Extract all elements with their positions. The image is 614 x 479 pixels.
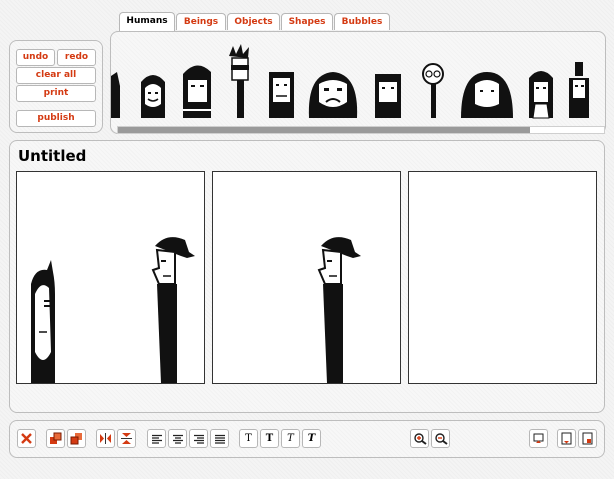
bring-forward-icon	[50, 432, 62, 444]
library-character-smiling-woman[interactable]	[141, 75, 165, 118]
library-character-round-glasses-man[interactable]	[422, 63, 444, 118]
delete-icon	[21, 433, 32, 444]
comic-title[interactable]: Untitled	[18, 147, 86, 165]
library-character-square-face-man[interactable]	[269, 72, 294, 118]
add-panel-button[interactable]	[529, 429, 548, 448]
comic-panel-3[interactable]	[408, 171, 597, 384]
character-thumbnails	[111, 44, 589, 119]
bring-forward-button[interactable]	[46, 429, 65, 448]
character-shaggy-man[interactable]	[151, 237, 195, 383]
align-center-button[interactable]	[168, 429, 187, 448]
align-left-icon	[151, 434, 162, 444]
character-library	[110, 31, 606, 134]
comic-panel-2[interactable]	[212, 171, 401, 384]
align-left-button[interactable]	[147, 429, 166, 448]
zoom-out-icon	[434, 433, 448, 445]
command-panel: undo redo clear all print publish	[9, 40, 103, 133]
flip-vertical-icon	[121, 433, 132, 444]
flip-horizontal-button[interactable]	[96, 429, 115, 448]
character-shaggy-man[interactable]	[317, 237, 361, 383]
flip-horizontal-icon	[100, 433, 111, 444]
publish-button[interactable]: publish	[16, 110, 96, 127]
add-panel-icon	[533, 433, 544, 443]
library-character-bearded-man[interactable]	[183, 65, 211, 118]
export-icon	[582, 432, 593, 445]
send-backward-icon	[70, 433, 82, 445]
comic-editor: Untitled	[9, 140, 605, 413]
redo-button[interactable]: redo	[57, 49, 96, 66]
clear-all-button[interactable]: clear all	[16, 67, 96, 84]
library-character-long-hair-woman[interactable]	[529, 71, 553, 119]
library-character-partial[interactable]	[111, 72, 120, 118]
text-italic-button[interactable]: T	[281, 429, 300, 448]
zoom-out-button[interactable]	[431, 429, 450, 448]
zoom-in-button[interactable]	[410, 429, 429, 448]
align-justify-icon	[214, 434, 225, 444]
print-button[interactable]: print	[16, 85, 96, 102]
library-character-heavy-woman[interactable]	[461, 72, 513, 118]
zoom-in-icon	[413, 433, 427, 445]
library-scrollbar-thumb[interactable]	[118, 127, 530, 133]
export-button[interactable]	[578, 429, 597, 448]
save-button[interactable]	[557, 429, 576, 448]
library-character-spiky-hair[interactable]	[229, 44, 249, 118]
text-bold-italic-icon: T	[307, 433, 316, 444]
text-normal-button[interactable]: T	[239, 429, 258, 448]
send-backward-button[interactable]	[67, 429, 86, 448]
tab-humans[interactable]: Humans	[119, 12, 175, 31]
library-scrollbar[interactable]	[117, 126, 605, 134]
edit-toolbar: T T T T	[9, 420, 605, 458]
library-character-short-hair-man[interactable]	[375, 74, 401, 118]
align-right-icon	[193, 434, 204, 444]
tab-shapes[interactable]: Shapes	[281, 13, 333, 30]
library-character-tall-hat-man[interactable]	[569, 62, 589, 118]
text-bold-button[interactable]: T	[260, 429, 279, 448]
tab-objects[interactable]: Objects	[227, 13, 280, 30]
text-bold-icon: T	[265, 433, 274, 444]
save-icon	[561, 432, 572, 445]
text-bold-italic-button[interactable]: T	[302, 429, 321, 448]
comic-panel-1[interactable]	[16, 171, 205, 384]
text-italic-icon: T	[287, 433, 294, 444]
undo-button[interactable]: undo	[16, 49, 55, 66]
flip-vertical-button[interactable]	[117, 429, 136, 448]
align-justify-button[interactable]	[210, 429, 229, 448]
align-right-button[interactable]	[189, 429, 208, 448]
tab-beings[interactable]: Beings	[176, 13, 226, 30]
align-center-icon	[172, 434, 183, 444]
character-ghost-woman[interactable]	[31, 260, 55, 383]
delete-button[interactable]	[17, 429, 36, 448]
tab-bubbles[interactable]: Bubbles	[334, 13, 390, 30]
library-character-big-man[interactable]	[308, 72, 358, 118]
text-normal-icon: T	[245, 433, 252, 444]
